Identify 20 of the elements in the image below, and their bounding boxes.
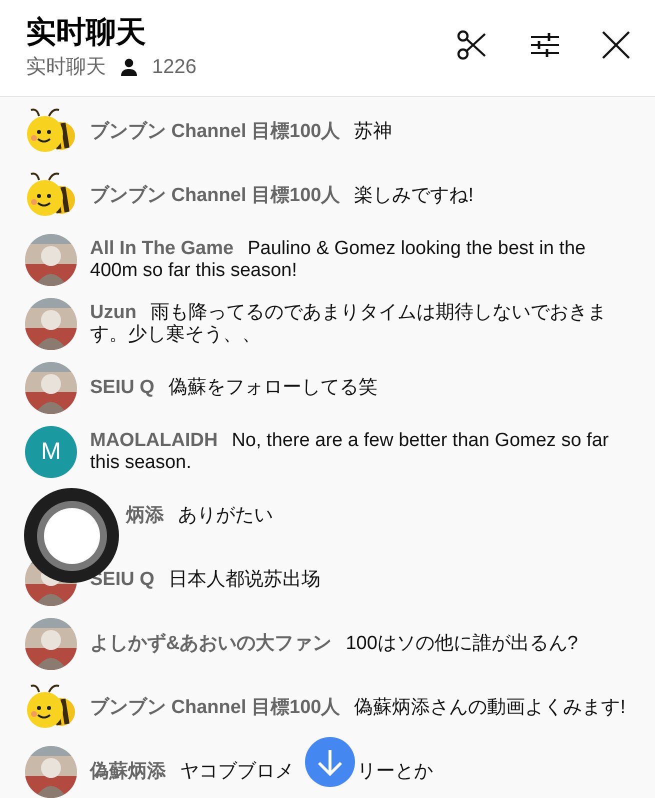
chat-message: All In The Game Paulino & Gomez looking the best in the 400m so far this season! [90, 238, 587, 282]
chat-message: ブンブン Channel 目標100人 偽蘇炳添さんの動画よくみます! [90, 697, 626, 719]
message-text: リーとか [357, 761, 433, 783]
chat-message: Uzun 雨も降ってるのであまりタイムは期待しないでおきます。少し寒そう、、 [90, 302, 608, 346]
chat-message: ブンブン Channel 目標100人 楽しみですね! [90, 185, 474, 207]
letter-avatar: M [25, 426, 77, 478]
person-icon [120, 58, 138, 76]
viewer-count: 1226 [152, 55, 196, 80]
chat-title: 实时聊天 [26, 15, 147, 51]
chat-message: 偽蘇炳添 ヤコブブロメ [90, 761, 294, 783]
close-icon[interactable] [601, 30, 631, 60]
down-arrow-icon [317, 748, 343, 776]
chat-message: 炳添 ありがたい [126, 505, 273, 527]
settings-icon[interactable] [529, 30, 561, 60]
chat-subtitle: 实时聊天 [26, 55, 106, 80]
chat-message: ブンブン Channel 目標100人 苏神 [90, 121, 392, 143]
chat-message: MAOLALAIDH No, there are a few better than Gomez so far this season. [90, 430, 610, 474]
scroll-down-button[interactable] [305, 737, 355, 787]
chat-message: よしかず&あおいの大ファン 100はソの他に誰が出るん? [90, 633, 578, 655]
chat-message: SEIU Q 偽蘇をフォローしてる笑 [90, 377, 378, 399]
